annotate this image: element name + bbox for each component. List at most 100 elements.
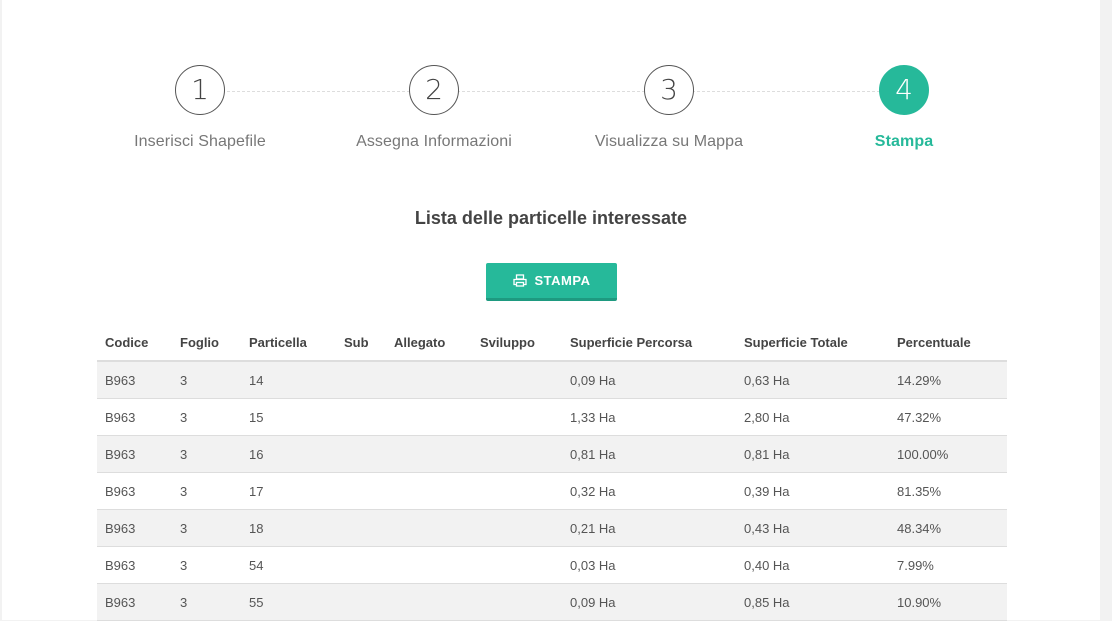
cell-particella: 54 [241, 546, 336, 584]
table-row: B963 3 55 0,09 Ha 0,85 Ha 10.90% [97, 583, 1007, 621]
cell-superficie-totale: 0,40 Ha [736, 546, 889, 584]
cell-foglio: 3 [172, 435, 241, 473]
step-label: Inserisci Shapefile [134, 133, 266, 150]
cell-allegato [386, 583, 472, 621]
cell-percentuale: 14.29% [889, 361, 1007, 399]
cell-sub [336, 583, 386, 621]
cell-codice: B963 [97, 361, 172, 399]
table-row: B963 3 16 0,81 Ha 0,81 Ha 100.00% [97, 435, 1007, 473]
cell-foglio: 3 [172, 398, 241, 436]
cell-superficie-percorsa: 1,33 Ha [562, 398, 736, 436]
cell-sviluppo [472, 583, 562, 621]
wizard-step-2[interactable]: 2 Assegna Informazioni [324, 65, 544, 165]
cell-particella: 14 [241, 361, 336, 399]
header-percentuale[interactable]: Percentuale [889, 324, 1007, 362]
cell-superficie-totale: 0,63 Ha [736, 361, 889, 399]
cell-sviluppo [472, 361, 562, 399]
cell-sviluppo [472, 472, 562, 510]
cell-superficie-totale: 2,80 Ha [736, 398, 889, 436]
cell-percentuale: 100.00% [889, 435, 1007, 473]
cell-particella: 18 [241, 509, 336, 547]
cell-particella: 55 [241, 583, 336, 621]
cell-particella: 17 [241, 472, 336, 510]
cell-superficie-totale: 0,39 Ha [736, 472, 889, 510]
table-row: B963 3 18 0,21 Ha 0,43 Ha 48.34% [97, 509, 1007, 547]
cell-foglio: 3 [172, 472, 241, 510]
header-particella[interactable]: Particella [241, 324, 336, 362]
wizard-step-1[interactable]: 1 Inserisci Shapefile [90, 65, 310, 165]
table-row: B963 3 54 0,03 Ha 0,40 Ha 7.99% [97, 546, 1007, 584]
cell-sviluppo [472, 435, 562, 473]
cell-sub [336, 546, 386, 584]
cell-superficie-percorsa: 0,81 Ha [562, 435, 736, 473]
cell-foglio: 3 [172, 546, 241, 584]
table-header-row: Codice Foglio Particella Sub Allegato Sv… [97, 324, 1007, 362]
cell-codice: B963 [97, 472, 172, 510]
header-codice[interactable]: Codice [97, 324, 172, 362]
step-number-circle: 1 [175, 65, 225, 115]
cell-allegato [386, 361, 472, 399]
cell-foglio: 3 [172, 361, 241, 399]
cell-sviluppo [472, 509, 562, 547]
table-row: B963 3 17 0,32 Ha 0,39 Ha 81.35% [97, 472, 1007, 510]
print-button-label: STAMPA [534, 273, 591, 288]
cell-percentuale: 7.99% [889, 546, 1007, 584]
cell-superficie-totale: 0,85 Ha [736, 583, 889, 621]
cell-sub [336, 435, 386, 473]
cell-codice: B963 [97, 546, 172, 584]
main-panel: 1 Inserisci Shapefile 2 Assegna Informaz… [2, 0, 1100, 621]
cell-superficie-percorsa: 0,09 Ha [562, 583, 736, 621]
header-allegato[interactable]: Allegato [386, 324, 472, 362]
step-label: Stampa [874, 133, 934, 150]
page-title: Lista delle particelle interessate [414, 208, 688, 228]
header-foglio[interactable]: Foglio [172, 324, 241, 362]
cell-superficie-percorsa: 0,09 Ha [562, 361, 736, 399]
cell-particella: 16 [241, 435, 336, 473]
cell-superficie-totale: 0,81 Ha [736, 435, 889, 473]
header-superficie-totale[interactable]: Superficie Totale [736, 324, 889, 362]
cell-codice: B963 [97, 435, 172, 473]
table-row: B963 3 14 0,09 Ha 0,63 Ha 14.29% [97, 361, 1007, 399]
cell-sviluppo [472, 398, 562, 436]
cell-superficie-percorsa: 0,32 Ha [562, 472, 736, 510]
wizard-step-4[interactable]: 4 Stampa [794, 65, 1014, 165]
cell-codice: B963 [97, 509, 172, 547]
cell-foglio: 3 [172, 583, 241, 621]
cell-allegato [386, 472, 472, 510]
step-number-circle: 4 [879, 65, 929, 115]
cell-sub [336, 472, 386, 510]
step-number-circle: 3 [644, 65, 694, 115]
wizard-steps: 1 Inserisci Shapefile 2 Assegna Informaz… [2, 0, 1100, 170]
step-number-circle: 2 [409, 65, 459, 115]
step-label: Visualizza su Mappa [594, 133, 744, 150]
cell-allegato [386, 435, 472, 473]
cell-allegato [386, 546, 472, 584]
cell-percentuale: 10.90% [889, 583, 1007, 621]
table-row: B963 3 15 1,33 Ha 2,80 Ha 47.32% [97, 398, 1007, 436]
header-superficie-percorsa[interactable]: Superficie Percorsa [562, 324, 736, 362]
page: 1 Inserisci Shapefile 2 Assegna Informaz… [0, 0, 1112, 621]
wizard-step-3[interactable]: 3 Visualizza su Mappa [559, 65, 779, 165]
cell-percentuale: 47.32% [889, 398, 1007, 436]
cell-particella: 15 [241, 398, 336, 436]
cell-foglio: 3 [172, 509, 241, 547]
cell-sub [336, 361, 386, 399]
header-sub[interactable]: Sub [336, 324, 386, 362]
cell-superficie-percorsa: 0,21 Ha [562, 509, 736, 547]
cell-codice: B963 [97, 398, 172, 436]
cell-sub [336, 509, 386, 547]
cell-percentuale: 48.34% [889, 509, 1007, 547]
cell-allegato [386, 509, 472, 547]
cell-sub [336, 398, 386, 436]
printer-icon [512, 274, 527, 287]
cell-superficie-totale: 0,43 Ha [736, 509, 889, 547]
header-sviluppo[interactable]: Sviluppo [472, 324, 562, 362]
cell-sviluppo [472, 546, 562, 584]
parcels-table: Codice Foglio Particella Sub Allegato Sv… [97, 324, 1007, 621]
cell-superficie-percorsa: 0,03 Ha [562, 546, 736, 584]
cell-codice: B963 [97, 583, 172, 621]
cell-percentuale: 81.35% [889, 472, 1007, 510]
parcels-table-container: Codice Foglio Particella Sub Allegato Sv… [97, 324, 1007, 621]
step-label: Assegna Informazioni [356, 133, 512, 150]
print-button[interactable]: STAMPA [486, 263, 617, 301]
